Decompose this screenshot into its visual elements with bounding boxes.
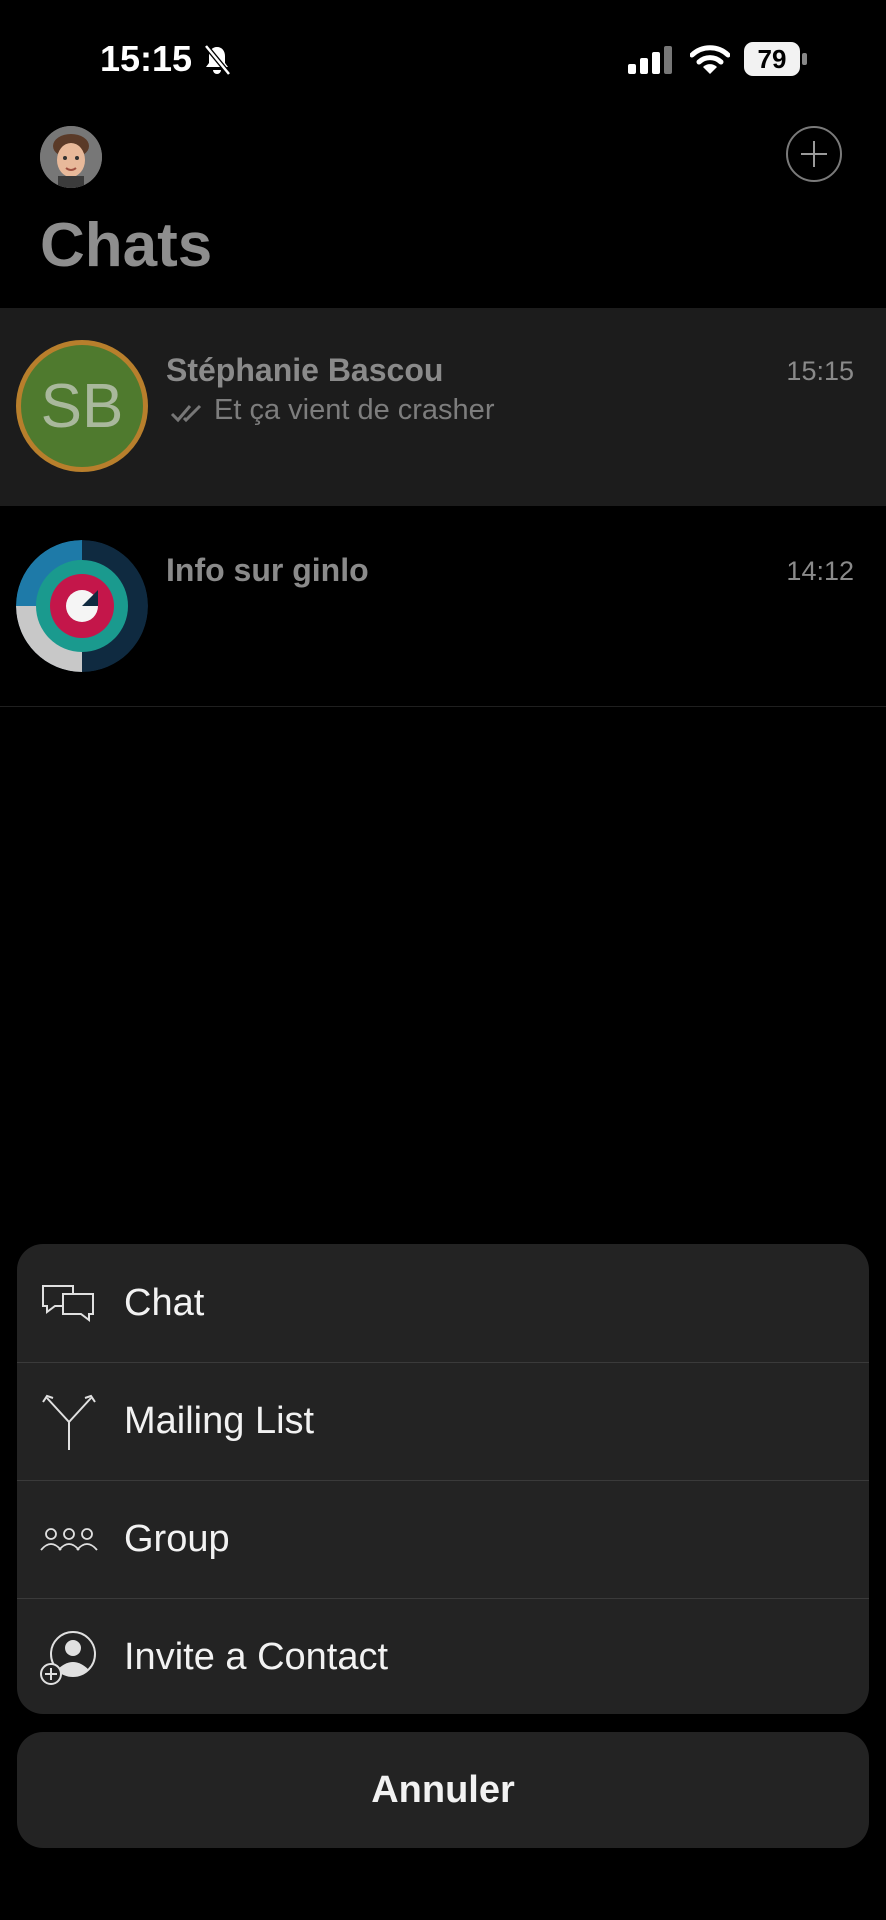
double-check-icon xyxy=(170,404,202,423)
list-item[interactable]: SB Stéphanie Bascou 15:15 Et ça vient de… xyxy=(0,308,886,506)
battery-level: 79 xyxy=(744,42,800,76)
ginlo-logo-icon xyxy=(16,540,148,672)
chat-name: Stéphanie Bascou xyxy=(166,352,444,388)
bell-slash-icon xyxy=(204,44,231,76)
invite-contact-icon xyxy=(40,1631,96,1685)
list-item[interactable]: Info sur ginlo 14:12 xyxy=(0,508,886,707)
chat-time: 15:15 xyxy=(786,356,854,386)
chat-preview: Et ça vient de crasher xyxy=(214,394,495,426)
plus-circle-icon[interactable] xyxy=(786,126,842,182)
sheet-item-label: Chat xyxy=(124,1282,205,1324)
battery-tip xyxy=(802,53,807,65)
status-time: 15:15 xyxy=(100,38,193,79)
split-arrows-icon xyxy=(42,1394,96,1450)
wifi-icon xyxy=(690,45,730,74)
chat-bubbles-icon xyxy=(42,1285,94,1322)
signal-icon xyxy=(628,46,672,74)
chat-name: Info sur ginlo xyxy=(166,552,369,588)
new-chat-button[interactable]: Chat xyxy=(17,1244,869,1363)
avatar[interactable] xyxy=(40,126,102,188)
cancel-button[interactable]: Annuler xyxy=(17,1732,869,1848)
sheet-item-label: Group xyxy=(124,1518,230,1560)
new-mailing-list-button[interactable]: Mailing List xyxy=(17,1362,869,1481)
group-icon xyxy=(40,1528,98,1551)
sheet-item-label: Invite a Contact xyxy=(124,1636,389,1678)
sheet-item-label: Mailing List xyxy=(124,1400,315,1442)
invite-contact-button[interactable]: Invite a Contact xyxy=(17,1598,869,1714)
chat-time: 14:12 xyxy=(786,556,854,586)
status-bar: 15:15 79 xyxy=(0,0,886,120)
action-sheet: Chat Mailing List Group Invite a Contact xyxy=(17,1244,869,1714)
new-group-button[interactable]: Group xyxy=(17,1480,869,1599)
memoji-icon xyxy=(40,126,102,188)
contact-avatar: SB xyxy=(16,340,148,472)
battery-icon: 79 xyxy=(744,42,808,78)
page-title: Chats xyxy=(40,211,213,280)
